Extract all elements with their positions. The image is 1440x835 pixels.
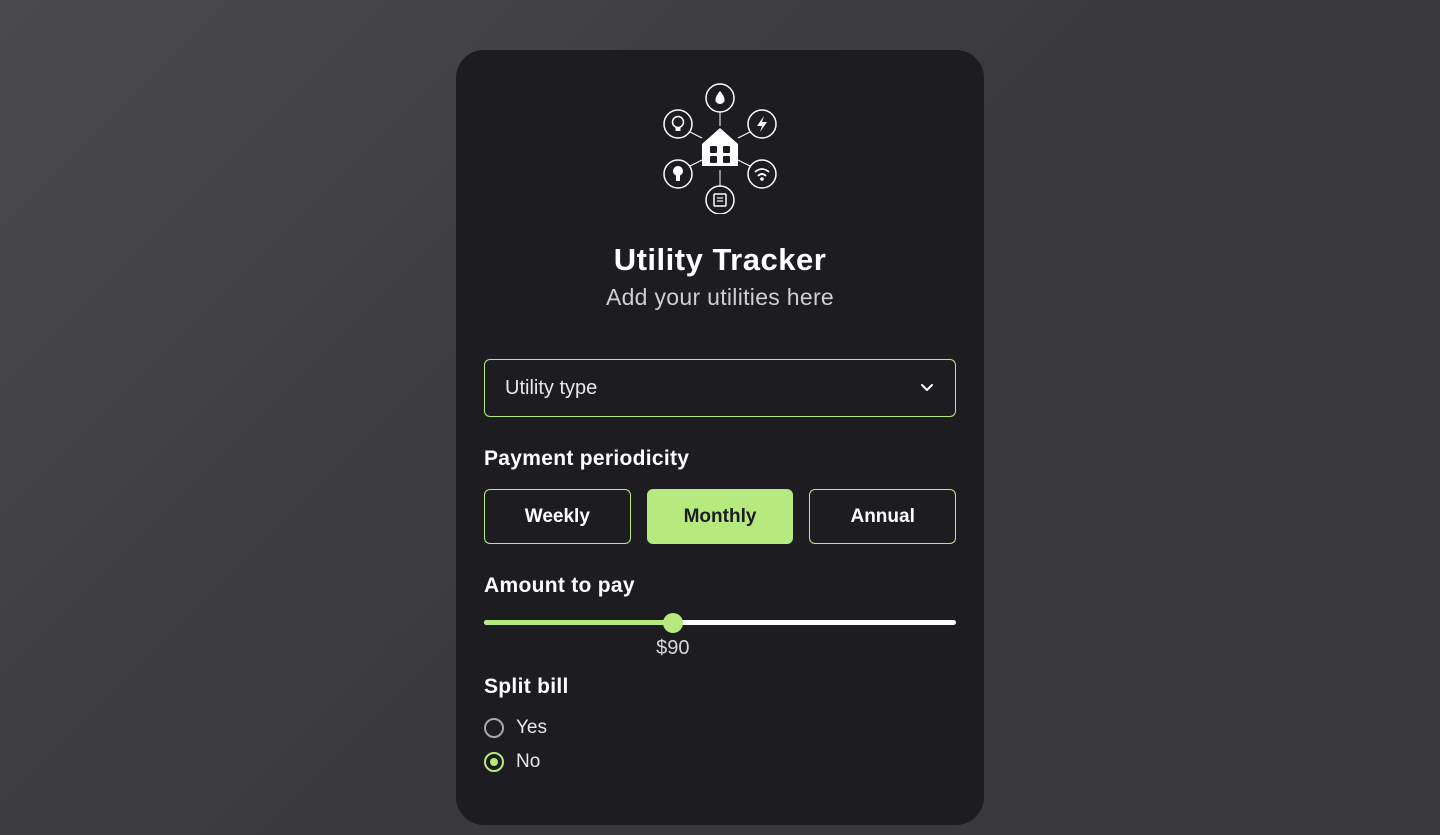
split-bill-group: Yes No xyxy=(484,717,956,773)
radio-icon xyxy=(484,752,504,772)
split-bill-label: Split bill xyxy=(484,675,956,699)
chevron-down-icon xyxy=(919,380,935,396)
slider-thumb[interactable] xyxy=(663,613,683,633)
radio-label: No xyxy=(516,751,540,773)
page-title: Utility Tracker xyxy=(484,242,956,278)
periodicity-monthly-button[interactable]: Monthly xyxy=(647,489,794,544)
split-no-radio[interactable]: No xyxy=(484,751,956,773)
logo-container xyxy=(484,82,956,214)
utility-type-placeholder: Utility type xyxy=(505,377,597,400)
radio-icon xyxy=(484,718,504,738)
utility-tracker-card: Utility Tracker Add your utilities here … xyxy=(456,50,984,825)
periodicity-label: Payment periodicity xyxy=(484,447,956,471)
radio-label: Yes xyxy=(516,717,547,739)
slider-fill xyxy=(484,620,673,625)
periodicity-weekly-button[interactable]: Weekly xyxy=(484,489,631,544)
periodicity-annual-button[interactable]: Annual xyxy=(809,489,956,544)
utilities-logo-icon xyxy=(654,82,786,214)
amount-slider[interactable]: $90 xyxy=(484,620,956,625)
page-subtitle: Add your utilities here xyxy=(484,284,956,311)
slider-track xyxy=(484,620,956,625)
split-yes-radio[interactable]: Yes xyxy=(484,717,956,739)
utility-type-select[interactable]: Utility type xyxy=(484,359,956,417)
periodicity-group: Weekly Monthly Annual xyxy=(484,489,956,544)
slider-value-label: $90 xyxy=(656,637,689,660)
amount-label: Amount to pay xyxy=(484,574,956,598)
